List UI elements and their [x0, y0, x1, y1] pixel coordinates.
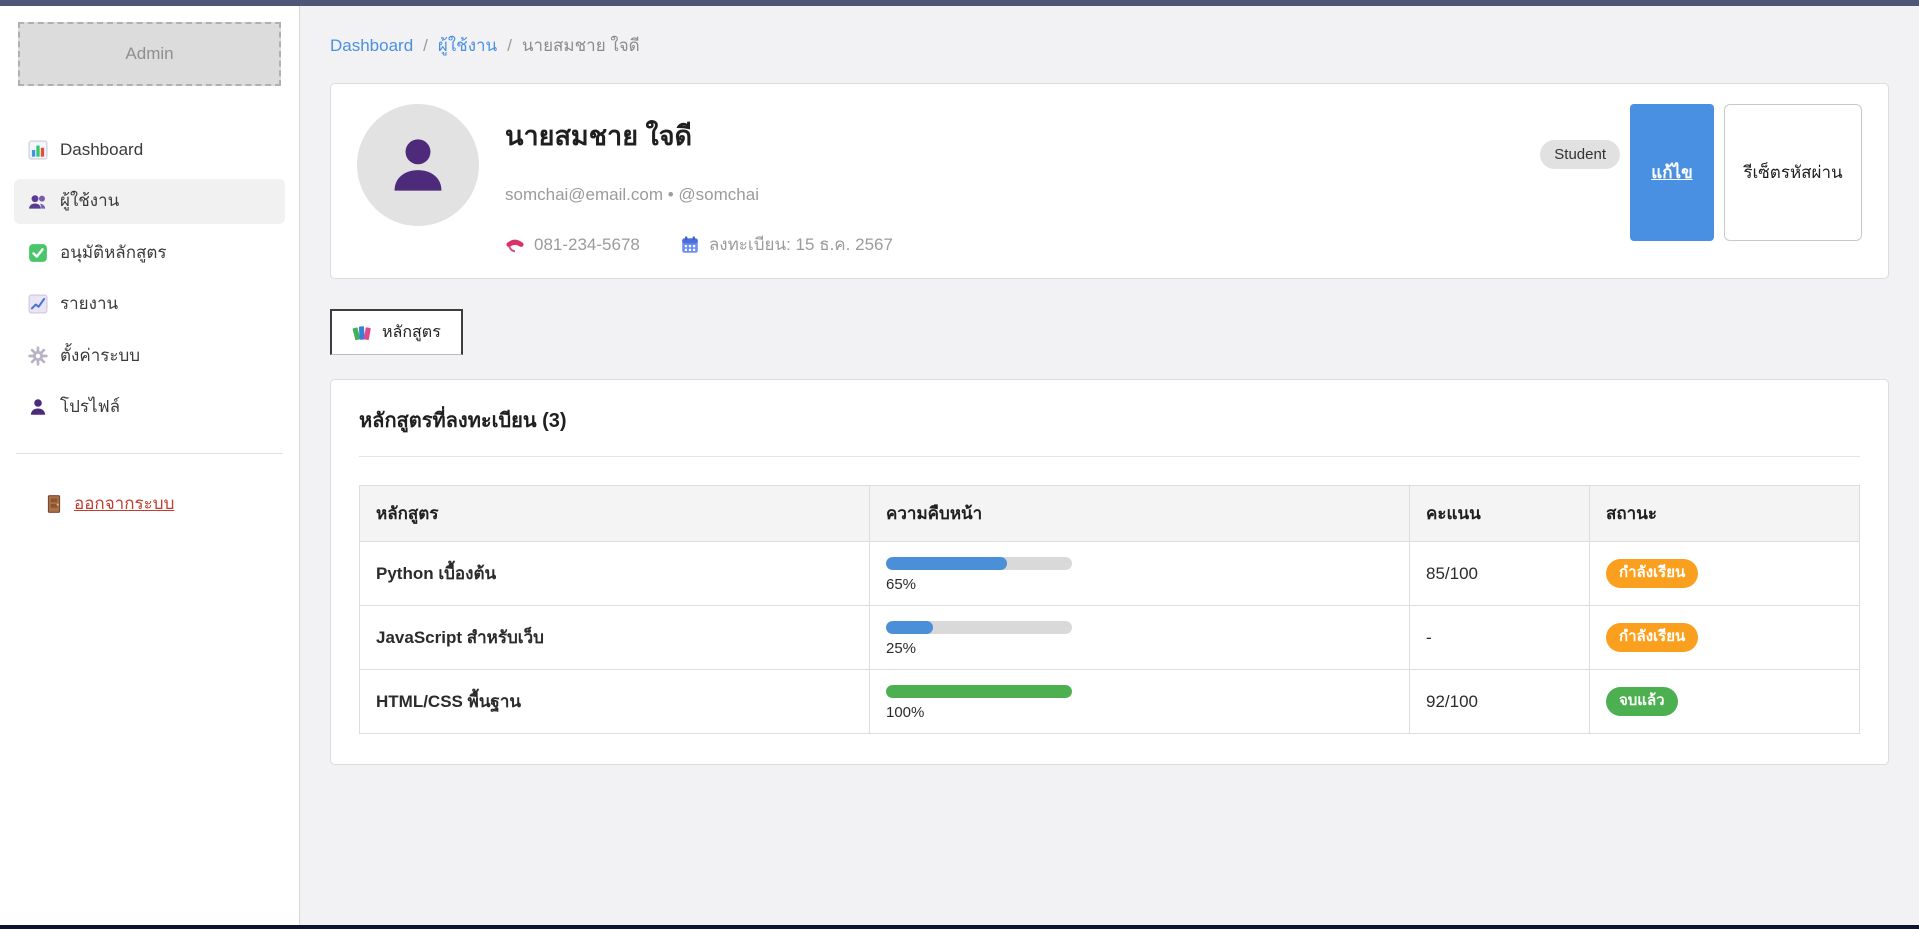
course-name: JavaScript สำหรับเว็บ [360, 606, 870, 670]
bar-chart-icon [28, 140, 48, 160]
sidebar-item-label: ตั้งค่าระบบ [60, 346, 140, 366]
profile-name: นายสมชาย ใจดี [505, 114, 893, 157]
sidebar-item-โปรไฟล์[interactable]: โปรไฟล์ [14, 385, 285, 429]
courses-card-title: หลักสูตรที่ลงทะเบียน (3) [359, 404, 1860, 436]
progress-bar [886, 557, 1072, 570]
brand-label: Admin [125, 44, 173, 63]
courses-table-body: Python เบื้องต้น65%85/100กำลังเรียนJavaS… [360, 542, 1860, 734]
sidebar-item-ตั้งค่าระบบ[interactable]: ตั้งค่าระบบ [14, 334, 285, 378]
edit-button[interactable]: แก้ไข [1630, 104, 1714, 241]
door-icon [44, 494, 64, 514]
progress-bar-fill [886, 621, 933, 634]
main-content: Dashboard / ผู้ใช้งาน / นายสมชาย ใจดี นา… [300, 6, 1919, 925]
course-score: 85/100 [1410, 542, 1590, 606]
course-score: - [1410, 606, 1590, 670]
sidebar-item-label: รายงาน [60, 294, 118, 314]
status-badge: จบแล้ว [1606, 687, 1678, 716]
tab-courses[interactable]: หลักสูตร [330, 309, 463, 355]
sidebar-nav: Dashboard ผู้ใช้งานอนุมัติหลักสูตรรายงานต… [0, 128, 299, 429]
course-score: 92/100 [1410, 670, 1590, 734]
person-icon [28, 397, 48, 417]
gear-icon [28, 346, 48, 366]
window-bottom-edge [0, 925, 1919, 929]
profile-meta: 081-234-5678 ลงทะเบียน: 15 ธ.ค. 2567 [505, 231, 893, 258]
header-progress: ความคืบหน้า [870, 486, 1410, 542]
breadcrumb-current: นายสมชาย ใจดี [522, 32, 640, 59]
table-row: JavaScript สำหรับเว็บ 25%-กำลังเรียน [360, 606, 1860, 670]
progress-label: 25% [886, 640, 1393, 657]
person-icon [385, 132, 451, 198]
course-status-cell: กำลังเรียน [1590, 606, 1860, 670]
sidebar-item-label: Dashboard [60, 140, 143, 160]
phone-item: 081-234-5678 [505, 235, 640, 255]
tab-bar: หลักสูตร [330, 309, 1889, 355]
calendar-icon [680, 235, 700, 255]
phone-icon [505, 235, 525, 255]
progress-bar-fill [886, 557, 1007, 570]
course-status-cell: กำลังเรียน [1590, 542, 1860, 606]
sidebar: Admin Dashboard ผู้ใช้งานอนุมัติหลักสูตรร… [0, 6, 300, 925]
header-score: คะแนน [1410, 486, 1590, 542]
registered-item: ลงทะเบียน: 15 ธ.ค. 2567 [680, 231, 893, 258]
tab-courses-label: หลักสูตร [382, 320, 441, 345]
role-badge: Student [1540, 140, 1620, 169]
breadcrumb-link-dashboard[interactable]: Dashboard [330, 36, 413, 56]
progress-bar [886, 621, 1072, 634]
breadcrumb-separator: / [507, 36, 512, 56]
header-status: สถานะ [1590, 486, 1860, 542]
progress-bar [886, 685, 1072, 698]
course-name: HTML/CSS พื้นฐาน [360, 670, 870, 734]
status-badge: กำลังเรียน [1606, 623, 1698, 652]
courses-table: หลักสูตร ความคืบหน้า คะแนน สถานะ Python … [359, 485, 1860, 734]
logout-link[interactable]: ออกจากระบบ [44, 490, 174, 517]
status-badge: กำลังเรียน [1606, 559, 1698, 588]
profile-email: somchai@email.com • @somchai [505, 185, 893, 205]
sidebar-item-label: อนุมัติหลักสูตร [60, 243, 167, 263]
course-status-cell: จบแล้ว [1590, 670, 1860, 734]
breadcrumb-link-users[interactable]: ผู้ใช้งาน [438, 32, 497, 59]
courses-card: หลักสูตรที่ลงทะเบียน (3) หลักสูตร ความคื… [330, 379, 1889, 765]
sidebar-item-รายงาน[interactable]: รายงาน [14, 282, 285, 326]
sidebar-item-ผู้ใช้งาน[interactable]: ผู้ใช้งาน [14, 179, 285, 223]
profile-info: นายสมชาย ใจดี somchai@email.com • @somch… [505, 104, 893, 258]
progress-label: 65% [886, 576, 1393, 593]
logout-label: ออกจากระบบ [74, 490, 174, 517]
avatar [357, 104, 479, 226]
app-layout: Admin Dashboardผู้ใช้งานอนุมัติหลักสูตรร… [0, 6, 1919, 925]
sidebar-item-label: โปรไฟล์ [60, 397, 120, 417]
users-icon [28, 192, 48, 212]
breadcrumb-separator: / [423, 36, 428, 56]
check-icon [28, 243, 48, 263]
course-progress-cell: 65% [870, 542, 1410, 606]
reset-password-button[interactable]: รีเซ็ตรหัสผ่าน [1724, 104, 1862, 241]
table-header-row: หลักสูตร ความคืบหน้า คะแนน สถานะ [360, 486, 1860, 542]
progress-label: 100% [886, 704, 1393, 721]
progress-bar-fill [886, 685, 1072, 698]
sidebar-divider [16, 453, 283, 454]
table-row: Python เบื้องต้น 65% 85/100 กำลังเรียน [360, 542, 1860, 606]
profile-card: นายสมชาย ใจดี somchai@email.com • @somch… [330, 83, 1889, 279]
brand-box: Admin [18, 22, 281, 86]
table-row: HTML/CSS พื้นฐาน 100% 92/100 จบแล้ว [360, 670, 1860, 734]
breadcrumb: Dashboard / ผู้ใช้งาน / นายสมชาย ใจดี [330, 32, 1889, 59]
course-progress-cell: 25% [870, 606, 1410, 670]
sidebar-item-อนุมัติหลักสูตร[interactable]: อนุมัติหลักสูตร [14, 231, 285, 275]
profile-actions: Student แก้ไข รีเซ็ตรหัสผ่าน [1540, 104, 1862, 241]
sidebar-item-dashboard[interactable]: Dashboard [14, 128, 285, 172]
course-name: Python เบื้องต้น [360, 542, 870, 606]
sidebar-item-label: ผู้ใช้งาน [60, 191, 119, 211]
header-course: หลักสูตร [360, 486, 870, 542]
course-progress-cell: 100% [870, 670, 1410, 734]
books-icon [352, 323, 372, 343]
chart-up-icon [28, 294, 48, 314]
registered-date: ลงทะเบียน: 15 ธ.ค. 2567 [709, 231, 893, 258]
courses-divider [359, 456, 1860, 457]
phone-number: 081-234-5678 [534, 235, 640, 255]
